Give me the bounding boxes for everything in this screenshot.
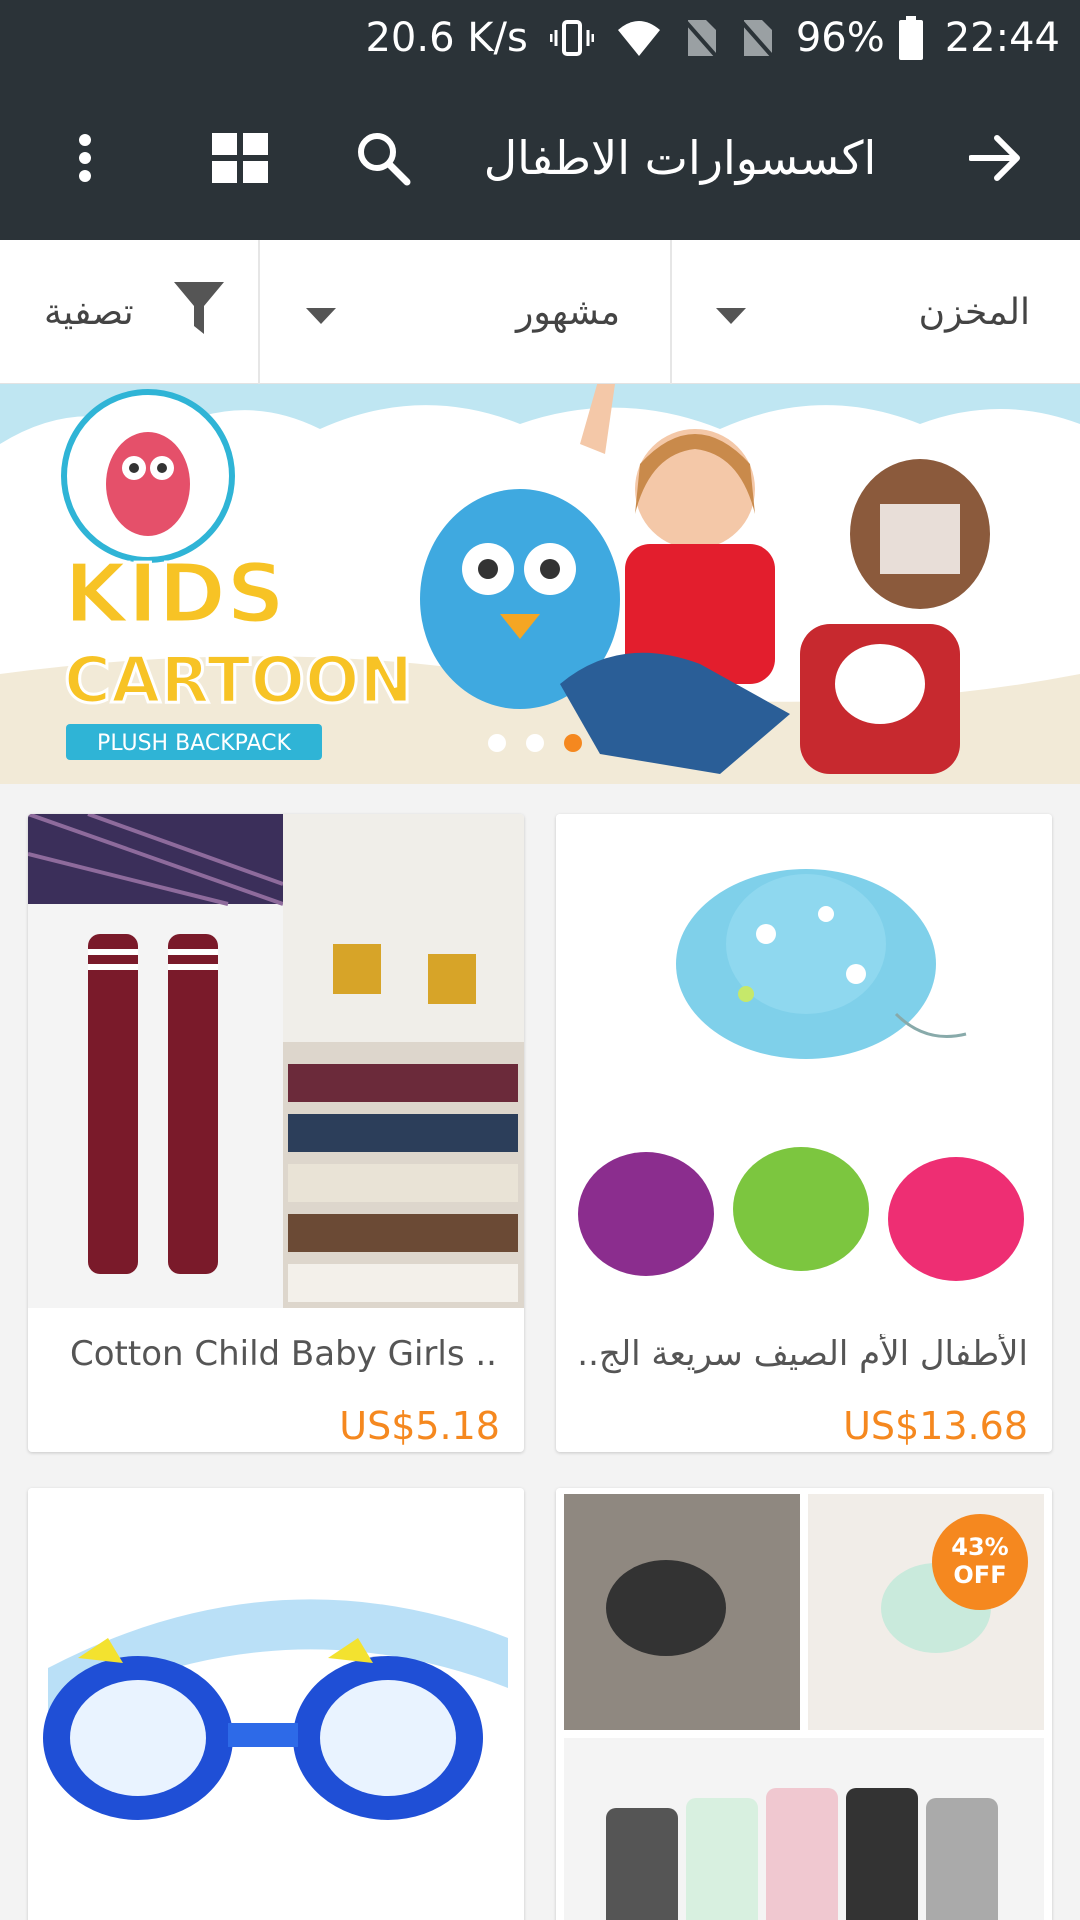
sort-dropdown[interactable]: مشهور: [262, 240, 670, 384]
discount-badge: 43% OFF: [932, 1514, 1028, 1610]
divider: [258, 240, 260, 384]
vibrate-icon: [549, 18, 594, 58]
wifi-icon: [616, 18, 662, 58]
search-icon[interactable]: [328, 76, 438, 240]
product-card[interactable]: 43% OFF: [556, 1488, 1052, 1920]
grid-view-icon[interactable]: [185, 76, 295, 240]
carousel-indicator: [488, 734, 582, 752]
banner-headline-line2: CARTOON: [64, 644, 413, 718]
filter-bar: المخزن مشهور تصفية: [0, 240, 1080, 384]
battery-percent: 96%: [795, 15, 885, 61]
product-name: Cotton Child Baby Girls ...: [70, 1334, 500, 1374]
chevron-down-icon: [716, 292, 746, 333]
divider: [670, 240, 672, 384]
product-price: US$13.68: [843, 1404, 1028, 1448]
battery-icon: [898, 16, 923, 60]
filter-label: تصفية: [44, 291, 134, 333]
no-sim-icon: [740, 18, 774, 58]
page-title: اكسسوارات الاطفال: [483, 131, 877, 185]
product-card[interactable]: Cotton Child Baby Girls ... US$5.18: [28, 814, 524, 1452]
banner-headline-line1: KIDS: [64, 547, 285, 642]
warehouse-label: المخزن: [918, 291, 1030, 333]
product-image: [556, 814, 1052, 1308]
banner-artwork: KIDS CARTOON PLUSH BACKPACK: [0, 384, 1080, 784]
carousel-dot-active: [564, 734, 582, 752]
warehouse-dropdown[interactable]: المخزن: [672, 240, 1080, 384]
status-bar: 20.6 K/s 96% 22:44: [0, 0, 1080, 76]
no-sim-icon: [684, 18, 718, 58]
banner-tag: PLUSH BACKPACK: [97, 731, 291, 756]
product-card[interactable]: [28, 1488, 524, 1920]
filter-icon: [174, 281, 224, 343]
filter-button[interactable]: تصفية: [0, 240, 258, 384]
discount-badge-off: OFF: [953, 1561, 1007, 1589]
app-bar: اكسسوارات الاطفال: [0, 76, 1080, 240]
product-image: [28, 1488, 524, 1920]
product-card[interactable]: الأطفال الأم الصيف سريعة الج... US$13.68: [556, 814, 1052, 1452]
sort-label: مشهور: [516, 291, 620, 333]
promo-banner[interactable]: KIDS CARTOON PLUSH BACKPACK: [0, 384, 1080, 784]
carousel-dot: [526, 734, 544, 752]
network-speed: 20.6 K/s: [365, 15, 528, 61]
more-vert-icon[interactable]: [30, 76, 140, 240]
product-name: الأطفال الأم الصيف سريعة الج...: [580, 1334, 1028, 1374]
back-arrow-icon[interactable]: [940, 76, 1050, 240]
carousel-dot: [488, 734, 506, 752]
clock: 22:44: [944, 15, 1060, 61]
product-price: US$5.18: [339, 1404, 500, 1448]
chevron-down-icon: [306, 292, 336, 333]
discount-badge-percent: 43%: [951, 1533, 1009, 1562]
product-image: [28, 814, 524, 1308]
